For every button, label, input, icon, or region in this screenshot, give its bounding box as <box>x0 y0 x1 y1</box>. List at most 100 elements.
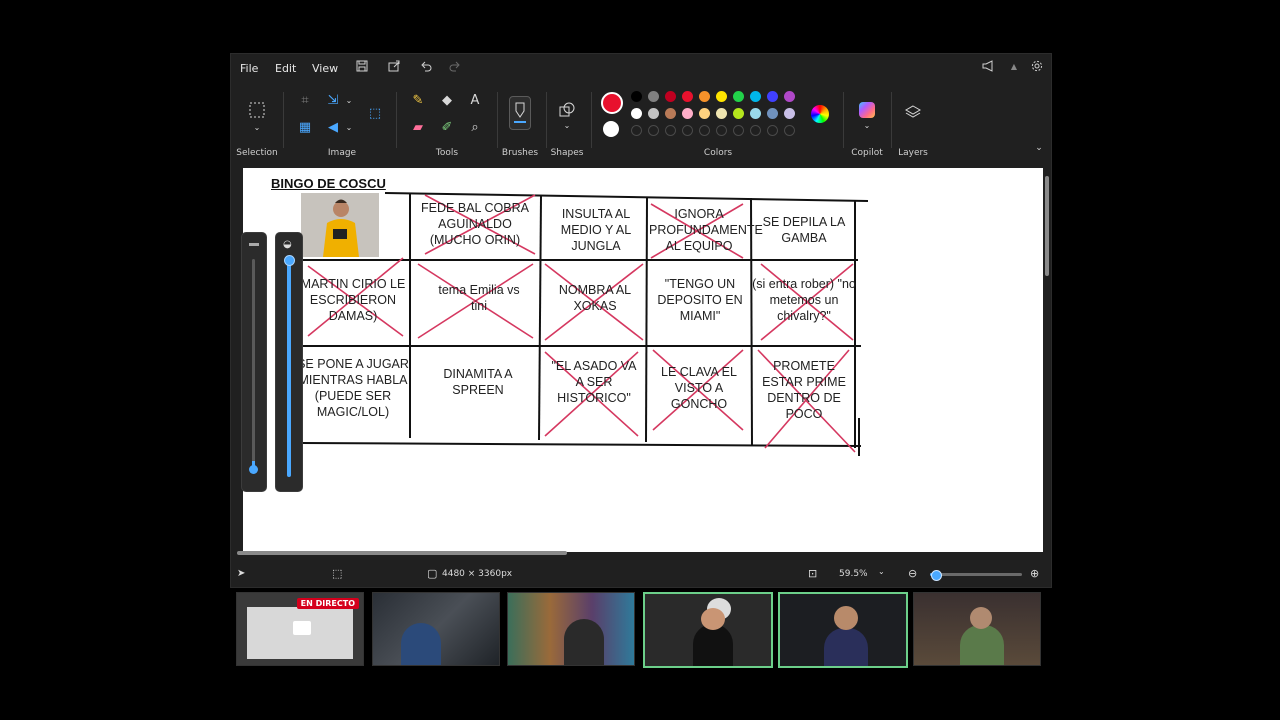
chevron-down-icon[interactable]: ⌄ <box>341 93 357 109</box>
share-icon[interactable] <box>387 60 401 74</box>
custom-color-slot[interactable] <box>733 125 744 136</box>
stream-thumbnail[interactable] <box>778 592 908 668</box>
pencil-icon[interactable]: ✎ <box>410 93 426 109</box>
drawing-canvas[interactable]: BINGO DE COSCU FEDE BAL COBRA AGUINALDO … <box>243 168 1043 552</box>
settings-gear-icon[interactable] <box>1030 60 1044 74</box>
account-icon[interactable]: ▲ <box>1007 60 1021 74</box>
stream-thumbnail[interactable] <box>913 592 1041 666</box>
text-icon[interactable]: A <box>467 93 483 109</box>
copilot-label: Copilot <box>851 148 883 158</box>
custom-color-slot[interactable] <box>699 125 710 136</box>
color-swatch[interactable] <box>767 91 778 102</box>
shapes-group: ⌄ Shapes <box>549 82 585 160</box>
crop-icon[interactable]: ⌗ <box>297 93 313 109</box>
color-swatch[interactable] <box>733 108 744 119</box>
slider-thumb[interactable] <box>249 465 258 474</box>
slider-thumb[interactable] <box>284 255 295 266</box>
fill-bucket-icon[interactable]: ◆ <box>439 93 455 109</box>
bingo-cell: PROMETE ESTAR PRIME DENTRO DE POCO <box>762 359 846 421</box>
brush-icon[interactable] <box>509 96 531 130</box>
magnifier-icon[interactable]: ⌕ <box>467 120 483 136</box>
image-label: Image <box>327 148 357 158</box>
zoom-out-icon[interactable]: ⊖ <box>908 567 917 580</box>
color-swatch[interactable] <box>665 91 676 102</box>
custom-color-slot[interactable] <box>716 125 727 136</box>
menu-view[interactable]: View <box>312 62 338 75</box>
color-swatch[interactable] <box>750 91 761 102</box>
zoom-slider[interactable] <box>930 570 1022 581</box>
menu-bar: File Edit View ▲ <box>231 54 1051 82</box>
edit-colors-icon[interactable] <box>811 105 829 123</box>
rectangle-select-icon[interactable] <box>249 102 265 118</box>
color-swatch[interactable] <box>733 91 744 102</box>
collapse-ribbon-icon[interactable]: ⌄ <box>1031 140 1047 156</box>
vertical-scrollbar[interactable] <box>1045 172 1049 552</box>
bingo-cell: (si entra rober) "no metemos un chivalry… <box>752 277 856 323</box>
resize-icon[interactable]: ⇲ <box>325 93 341 109</box>
stream-thumbnail[interactable] <box>372 592 500 666</box>
color-swatch[interactable] <box>648 91 659 102</box>
slider-thumb[interactable] <box>930 570 942 581</box>
custom-color-slot[interactable] <box>648 125 659 136</box>
color-swatch[interactable] <box>716 91 727 102</box>
secondary-color-swatch[interactable] <box>603 121 619 137</box>
color-swatch[interactable] <box>699 108 710 119</box>
color-swatch[interactable] <box>750 108 761 119</box>
menu-file[interactable]: File <box>240 62 258 75</box>
color-swatch[interactable] <box>682 91 693 102</box>
primary-color-swatch[interactable] <box>601 92 623 114</box>
stream-thumbnail[interactable]: EN DIRECTO <box>236 592 364 666</box>
zoom-in-icon[interactable]: ⊕ <box>1030 567 1039 580</box>
bingo-cell: NOMBRA AL XOKAS <box>558 283 632 313</box>
undo-icon[interactable] <box>419 60 433 74</box>
color-swatch[interactable] <box>631 91 642 102</box>
rotate-icon[interactable]: ◀ <box>325 120 341 136</box>
custom-color-slot[interactable] <box>784 125 795 136</box>
color-swatch[interactable] <box>631 108 642 119</box>
color-swatch[interactable] <box>665 108 676 119</box>
tools-group: ✎ ◆ A ▰ ✐ ⌕ Tools <box>403 82 491 160</box>
color-swatch[interactable] <box>716 108 727 119</box>
opacity-slider[interactable]: ◒ <box>275 232 303 492</box>
image-creator-icon[interactable]: ⬚ <box>367 106 383 122</box>
fit-to-window-icon[interactable]: ⊡ <box>808 567 817 580</box>
copilot-icon[interactable] <box>859 102 875 118</box>
chevron-down-icon[interactable]: ⌄ <box>559 118 575 134</box>
color-swatch[interactable] <box>699 91 710 102</box>
custom-color-slot[interactable] <box>750 125 761 136</box>
save-icon[interactable] <box>355 60 369 74</box>
color-swatch[interactable] <box>648 108 659 119</box>
stream-thumbnail[interactable] <box>507 592 635 666</box>
color-picker-icon[interactable]: ✐ <box>439 120 455 136</box>
chevron-down-icon[interactable]: ⌄ <box>249 120 265 136</box>
custom-color-slot[interactable] <box>767 125 778 136</box>
chevron-down-icon[interactable]: ⌄ <box>341 120 357 136</box>
chevron-down-icon[interactable]: ⌄ <box>859 118 875 134</box>
shapes-icon[interactable] <box>559 102 575 118</box>
color-swatch[interactable] <box>784 91 795 102</box>
zoom-level[interactable]: 59.5% <box>839 569 868 579</box>
color-swatch[interactable] <box>784 108 795 119</box>
pointer-icon[interactable]: ➤ <box>237 568 245 579</box>
bingo-cell: "TENGO UN DEPOSITO EN MIAMI" <box>657 277 743 323</box>
layers-icon[interactable] <box>904 104 922 120</box>
menu-edit[interactable]: Edit <box>275 62 296 75</box>
bingo-cell: IGNORA PROFUNDAMENTE AL EQUIPO <box>649 207 763 253</box>
color-swatch[interactable] <box>682 108 693 119</box>
brushes-label: Brushes <box>501 148 539 158</box>
image-group: ⌗ ⇲ ⌄ ▦ ◀ ⌄ ⬚ Image <box>289 82 395 160</box>
horizontal-scrollbar[interactable] <box>237 550 1043 556</box>
bingo-cell: MARTIN CIRIO LE ESCRIBIERON DAMAS) <box>300 277 406 323</box>
chevron-down-icon[interactable]: ⌄ <box>878 567 885 576</box>
redo-icon[interactable] <box>448 60 462 74</box>
copilot-group: ⌄ Copilot <box>845 82 889 160</box>
color-swatch[interactable] <box>767 108 778 119</box>
brush-size-slider[interactable] <box>241 232 267 492</box>
custom-color-slot[interactable] <box>631 125 642 136</box>
megaphone-icon[interactable] <box>981 60 995 74</box>
eraser-icon[interactable]: ▰ <box>410 120 426 136</box>
remove-background-icon[interactable]: ▦ <box>297 120 313 136</box>
stream-thumbnail[interactable] <box>643 592 773 668</box>
custom-color-slot[interactable] <box>682 125 693 136</box>
custom-color-slot[interactable] <box>665 125 676 136</box>
